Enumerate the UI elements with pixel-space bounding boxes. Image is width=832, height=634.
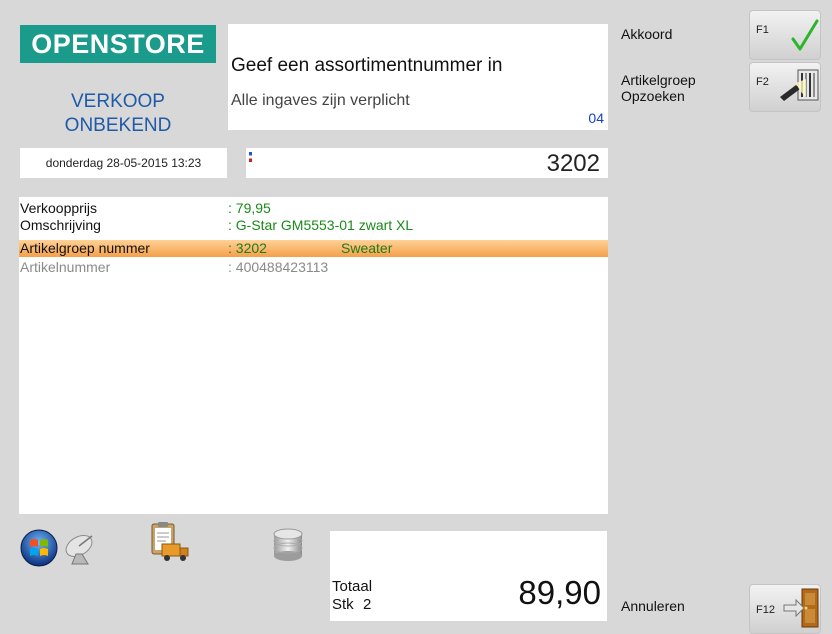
- stk-value: 2: [363, 596, 372, 613]
- input-value: 3202: [546, 150, 600, 177]
- detail-label: Verkoopprijs: [20, 200, 98, 216]
- annuleren-button[interactable]: F12: [749, 584, 821, 634]
- f1-key-label: F1: [756, 24, 769, 36]
- detail-label: Omschrijving: [20, 217, 101, 233]
- detail-row-artikelgroep[interactable]: Artikelgroep nummer : 3202 Sweater: [19, 240, 608, 257]
- detail-row-omschrijving[interactable]: Omschrijving : G-Star GM5553-01 zwart XL: [19, 217, 608, 234]
- mode-line1: VERKOOP: [71, 91, 165, 112]
- detail-value: : 3202: [228, 240, 267, 256]
- detail-label: Artikelgroep nummer: [20, 240, 150, 256]
- artikelgroep-opzoeken-button[interactable]: F2: [749, 62, 821, 112]
- f2-key-label: F2: [756, 76, 769, 88]
- prompt-panel: Geef een assortimentnummer in Alle ingav…: [228, 24, 608, 130]
- detail-row-artikelnummer[interactable]: Artikelnummer : 400488423113: [19, 259, 608, 276]
- mode-line2: ONBEKEND: [64, 115, 172, 136]
- detail-extra: Sweater: [341, 240, 393, 256]
- total-amount: 89,90: [518, 574, 601, 611]
- satellite-dish-icon[interactable]: [62, 530, 100, 571]
- database-icon[interactable]: [271, 527, 305, 568]
- totals-panel: Totaal Stk 2 89,90: [330, 531, 607, 621]
- prompt-hint: Alle ingaves zijn verplicht: [231, 92, 410, 109]
- article-details-list: Verkoopprijs : 79,95 Omschrijving : G-St…: [19, 197, 608, 514]
- assortment-number-input[interactable]: 3202: [246, 148, 608, 178]
- openstore-logo: OPENSTORE: [20, 25, 216, 63]
- exit-door-icon: [783, 588, 819, 628]
- detail-value: : 400488423113: [228, 259, 329, 275]
- language-flag-icon: [249, 152, 252, 162]
- detail-row-verkoopprijs[interactable]: Verkoopprijs : 79,95: [19, 200, 608, 217]
- detail-label: Artikelnummer: [20, 259, 111, 275]
- artikelgroep-label: Artikelgroep Opzoeken: [621, 72, 696, 104]
- f12-key-label: F12: [756, 604, 775, 616]
- totals-label: Totaal: [332, 578, 373, 595]
- datetime-display: donderdag 28-05-2015 13:23: [20, 148, 227, 178]
- flashlight-search-icon: [780, 69, 819, 101]
- prompt-message: Geef een assortimentnummer in: [231, 55, 503, 76]
- akkoord-button[interactable]: F1: [749, 10, 821, 60]
- artikelgroep-label-line1: Artikelgroep: [621, 72, 696, 88]
- akkoord-label: Akkoord: [621, 26, 673, 42]
- artikelgroep-label-line2: Opzoeken: [621, 88, 685, 104]
- detail-value: : G-Star GM5553-01 zwart XL: [228, 217, 414, 233]
- clipboard-truck-icon[interactable]: [146, 520, 190, 569]
- checkmark-icon: [791, 19, 819, 51]
- annuleren-label: Annuleren: [621, 598, 685, 614]
- detail-value: : 79,95: [228, 200, 271, 216]
- stk-label: Stk: [332, 596, 354, 613]
- prompt-code: 04: [588, 110, 604, 126]
- windows-start-icon[interactable]: [19, 528, 59, 573]
- mode-title: VERKOOP ONBEKEND: [20, 90, 216, 138]
